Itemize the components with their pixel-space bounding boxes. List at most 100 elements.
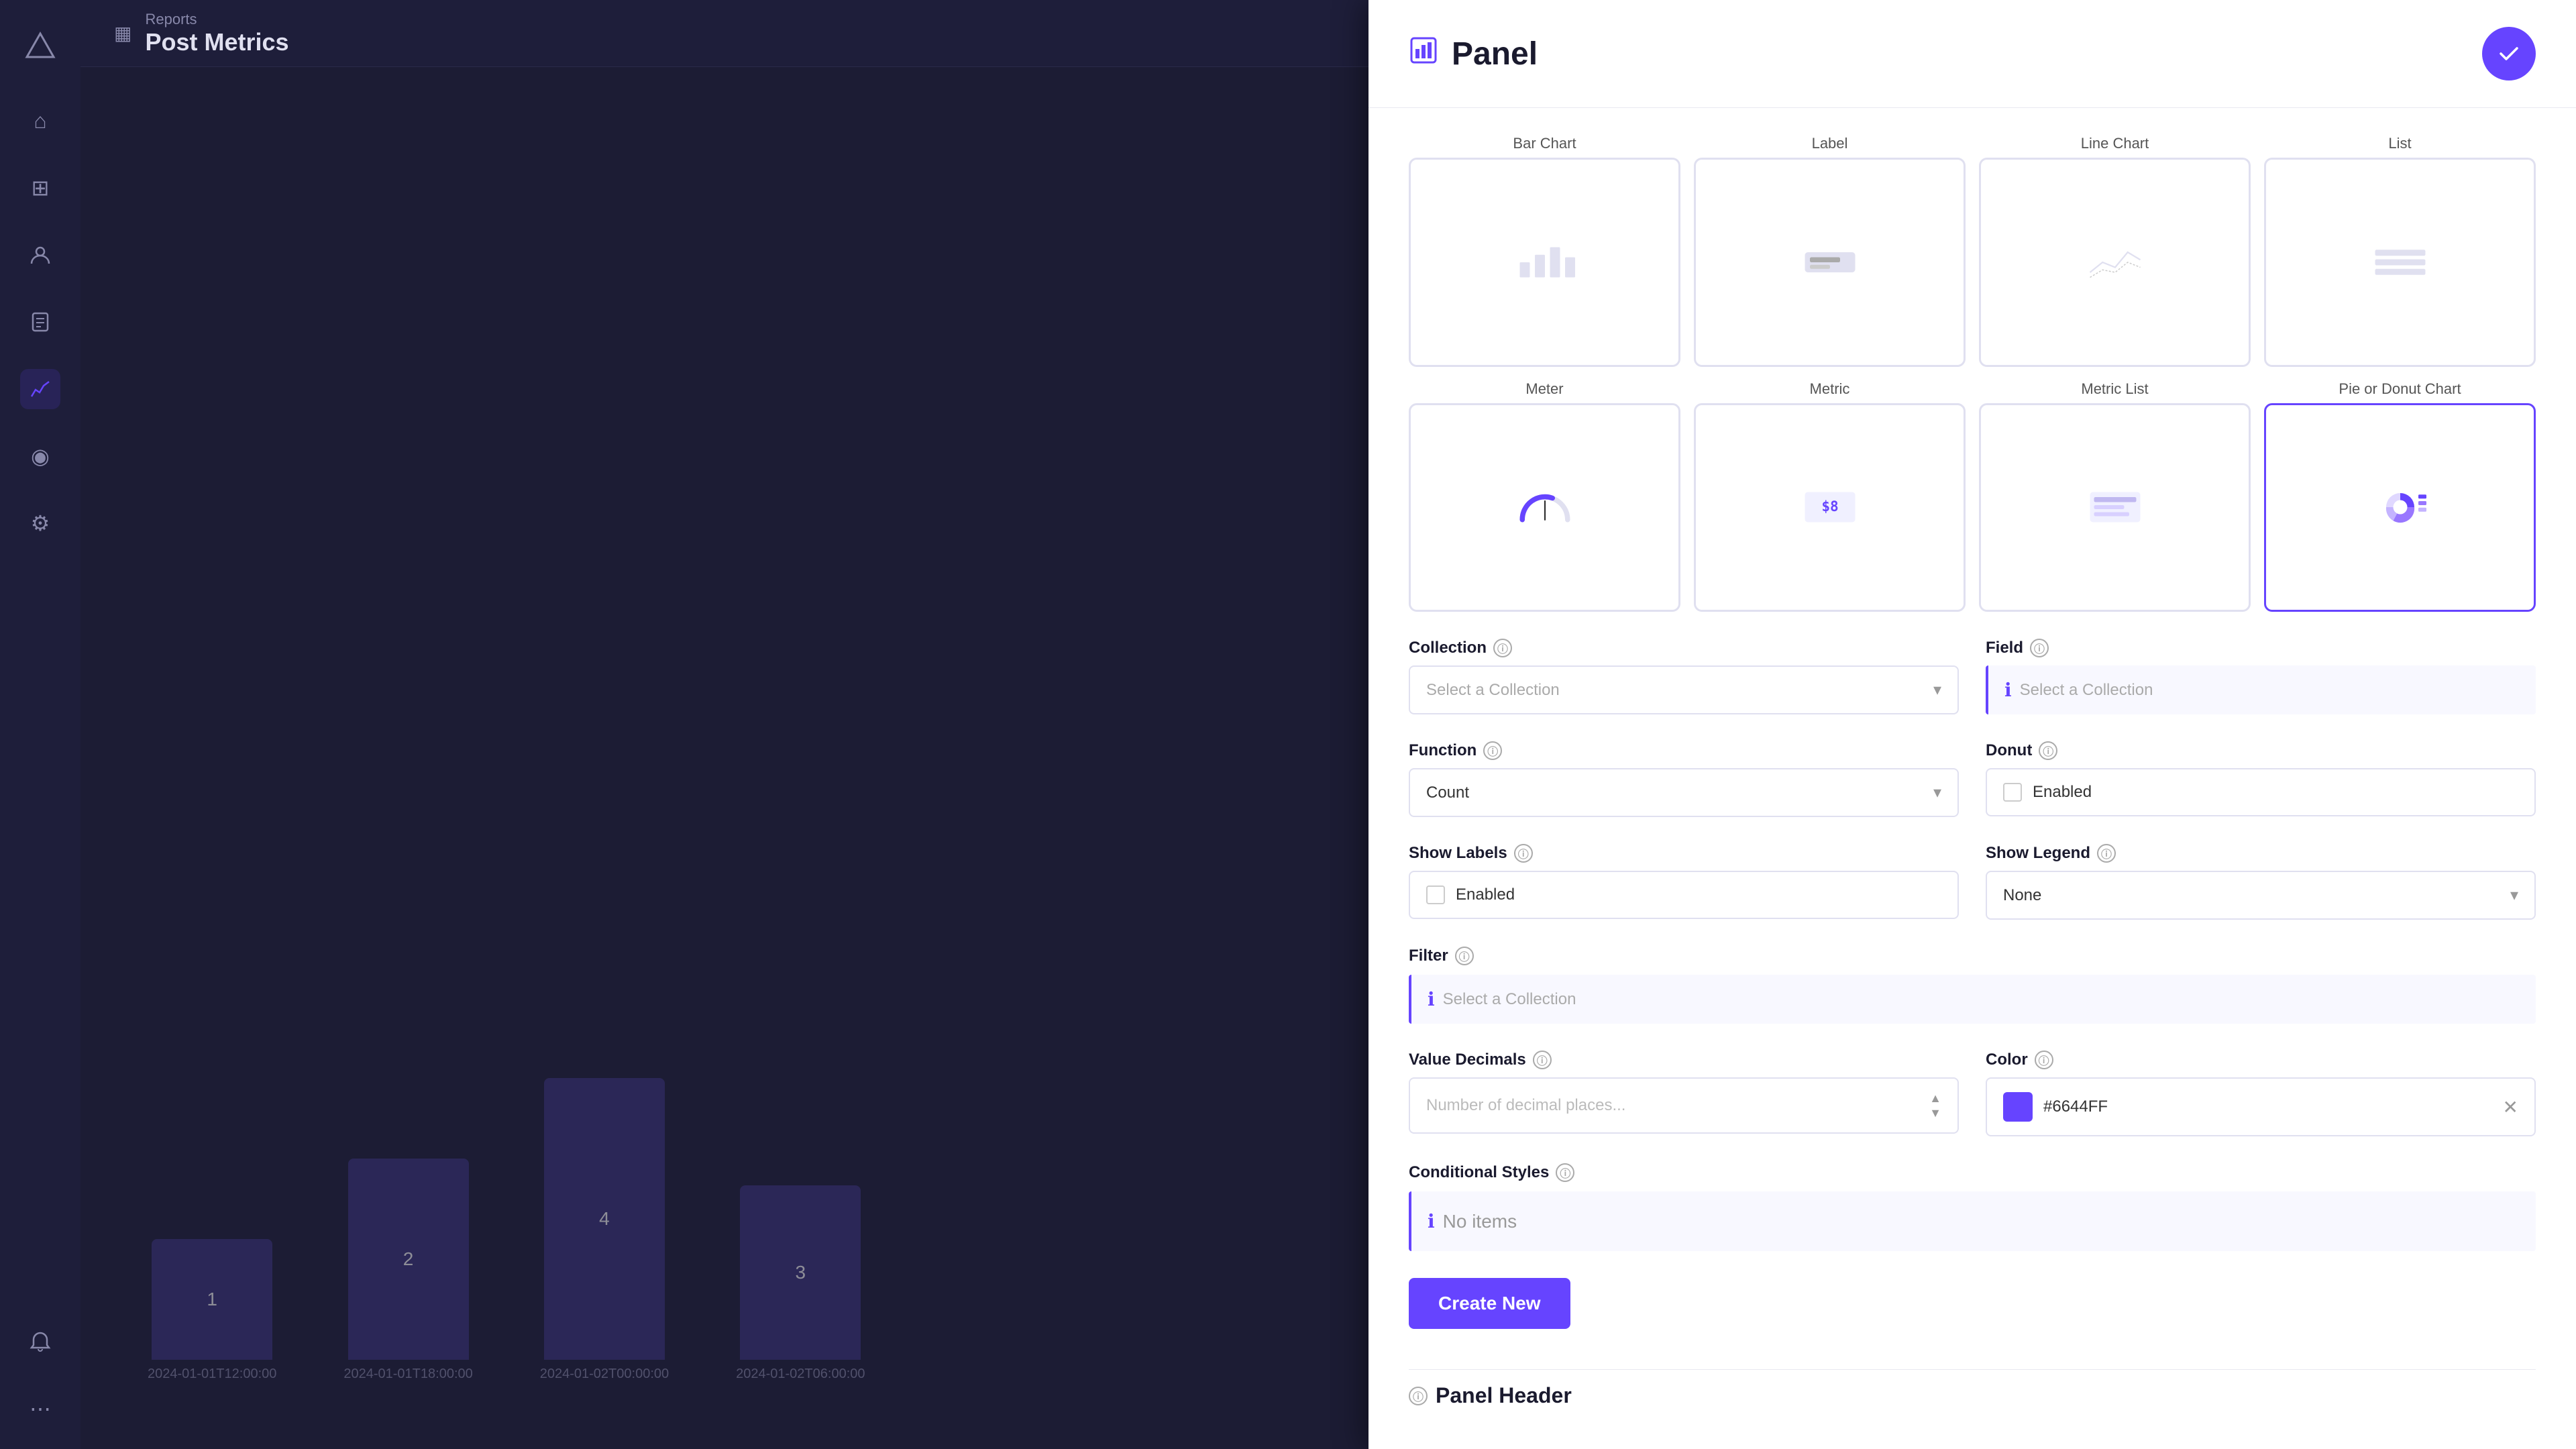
collection-label: Collection ⓘ — [1409, 639, 1959, 657]
filter-field[interactable]: ℹ Select a Collection — [1409, 975, 2536, 1024]
title-area: Reports Post Metrics — [145, 11, 288, 56]
chart-type-pie-donut[interactable] — [2264, 403, 2536, 612]
chart-type-label-label: Label — [1694, 135, 1966, 152]
chart-type-label-bar: Bar Chart — [1409, 135, 1680, 152]
show-labels-checkbox-row[interactable]: Enabled — [1409, 871, 1959, 919]
panel-icon — [1409, 36, 1438, 72]
sidebar-item-more[interactable]: ⋯ — [20, 1389, 60, 1429]
show-labels-group: Show Labels ⓘ Enabled — [1409, 844, 1959, 920]
value-decimals-label: Value Decimals ⓘ — [1409, 1051, 1959, 1069]
color-clear-button[interactable]: ✕ — [2503, 1096, 2518, 1118]
chart-type-label[interactable] — [1694, 158, 1966, 367]
stepper-down[interactable]: ▼ — [1929, 1107, 1941, 1119]
sidebar-item-home[interactable]: ⌂ — [20, 101, 60, 141]
decimal-stepper[interactable]: ▲ ▼ — [1929, 1092, 1941, 1119]
decimals-color-row: Value Decimals ⓘ Number of decimal place… — [1409, 1051, 2536, 1136]
labels-legend-row: Show Labels ⓘ Enabled Show Legend ⓘ None… — [1409, 844, 2536, 920]
filter-info-icon: ⓘ — [1455, 947, 1474, 965]
field-select[interactable]: ℹ Select a Collection — [1986, 665, 2536, 714]
show-legend-value: None — [2003, 886, 2041, 905]
panel-overlay: Panel Bar Chart Label Line Chart List — [1368, 0, 2576, 1449]
function-select[interactable]: Count ▾ — [1409, 768, 1959, 817]
donut-label: Donut ⓘ — [1986, 741, 2536, 760]
page-title: Post Metrics — [145, 28, 288, 56]
collection-placeholder: Select a Collection — [1426, 681, 1560, 700]
chart-type-line[interactable] — [1979, 158, 2251, 367]
filter-inner-info-icon: ℹ — [1428, 988, 1435, 1010]
conditional-styles-section: Conditional Styles ⓘ ℹ No items — [1409, 1163, 2536, 1251]
donut-group: Donut ⓘ Enabled — [1986, 741, 2536, 817]
panel-header-section: ⓘ Panel Header — [1409, 1383, 2536, 1408]
sidebar-item-users[interactable] — [20, 235, 60, 275]
color-swatch[interactable] — [2003, 1092, 2033, 1122]
collection-select[interactable]: Select a Collection ▾ — [1409, 665, 1959, 714]
filter-label: Filter ⓘ — [1409, 947, 2536, 965]
chart-type-label-pie: Pie or Donut Chart — [2264, 380, 2536, 398]
donut-checkbox-row[interactable]: Enabled — [1986, 768, 2536, 816]
no-items-row: ℹ No items — [1409, 1191, 2536, 1251]
sidebar-item-files[interactable] — [20, 302, 60, 342]
confirm-button[interactable] — [2482, 27, 2536, 80]
field-inner-info-icon: ℹ — [2004, 679, 2012, 701]
app-logo — [13, 20, 67, 74]
conditional-styles-info-icon: ⓘ — [1556, 1163, 1574, 1182]
filter-section: Filter ⓘ ℹ Select a Collection — [1409, 947, 2536, 1024]
no-items-label: No items — [1443, 1211, 1517, 1232]
chart-type-label-line: Line Chart — [1979, 135, 2251, 152]
conditional-styles-label: Conditional Styles ⓘ — [1409, 1163, 2536, 1182]
sidebar-item-circle[interactable]: ◉ — [20, 436, 60, 476]
color-value: #6644FF — [2043, 1097, 2108, 1116]
panel-body: Bar Chart Label Line Chart List — [1368, 108, 2576, 1449]
show-labels-checkbox[interactable] — [1426, 885, 1445, 904]
chart-type-label-meter: Meter — [1409, 380, 1680, 398]
bar-label-1: 2024-01-01T12:00:00 — [148, 1366, 276, 1382]
table-icon: ▦ — [114, 22, 131, 44]
show-labels-enabled: Enabled — [1456, 885, 1515, 904]
stepper-up[interactable]: ▲ — [1929, 1092, 1941, 1104]
sidebar-item-settings[interactable]: ⚙ — [20, 503, 60, 543]
bar-3: 4 — [544, 1078, 665, 1360]
field-placeholder: Select a Collection — [2020, 681, 2153, 700]
filter-placeholder: Select a Collection — [1443, 990, 1576, 1009]
chart-type-metric-list[interactable] — [1979, 403, 2251, 612]
bar-4: 3 — [740, 1185, 861, 1360]
create-new-button[interactable]: Create New — [1409, 1278, 1570, 1329]
panel-header-section-label: Panel Header — [1436, 1383, 1572, 1408]
bar-label-4: 2024-01-02T06:00:00 — [736, 1366, 865, 1382]
bar-label-2: 2024-01-01T18:00:00 — [343, 1366, 472, 1382]
svg-text:$8: $8 — [1821, 498, 1838, 515]
sidebar-item-dashboard[interactable]: ⊞ — [20, 168, 60, 208]
field-info-icon: ⓘ — [2030, 639, 2049, 657]
sidebar-item-notifications[interactable] — [20, 1322, 60, 1362]
show-labels-info-icon: ⓘ — [1514, 844, 1533, 863]
show-legend-group: Show Legend ⓘ None ▾ — [1986, 844, 2536, 920]
show-legend-label: Show Legend ⓘ — [1986, 844, 2536, 863]
breadcrumb: Reports — [145, 11, 288, 28]
chart-type-metric[interactable]: $8 — [1694, 403, 1966, 612]
function-donut-row: Function ⓘ Count ▾ Donut ⓘ Enabled — [1409, 741, 2536, 817]
show-legend-select[interactable]: None ▾ — [1986, 871, 2536, 920]
collection-field-row: Collection ⓘ Select a Collection ▾ Field… — [1409, 639, 2536, 714]
chart-type-label-metric: Metric — [1694, 380, 1966, 398]
sidebar-item-analytics[interactable] — [20, 369, 60, 409]
field-label: Field ⓘ — [1986, 639, 2536, 657]
panel-dialog-header: Panel — [1368, 0, 2576, 108]
divider — [1409, 1369, 2536, 1370]
panel-header-info-icon: ⓘ — [1409, 1387, 1428, 1405]
function-value: Count — [1426, 784, 1469, 802]
no-items-info-icon: ℹ — [1428, 1210, 1435, 1232]
function-group: Function ⓘ Count ▾ — [1409, 741, 1959, 817]
chart-type-meter[interactable] — [1409, 403, 1680, 612]
chart-type-list[interactable] — [2264, 158, 2536, 367]
collection-group: Collection ⓘ Select a Collection ▾ — [1409, 639, 1959, 714]
donut-enabled-label: Enabled — [2033, 783, 2092, 802]
chart-type-label-metric-list: Metric List — [1979, 380, 2251, 398]
donut-checkbox[interactable] — [2003, 783, 2022, 802]
color-input[interactable]: #6644FF ✕ — [1986, 1077, 2536, 1136]
chart-type-bar[interactable] — [1409, 158, 1680, 367]
value-decimals-placeholder: Number of decimal places... — [1426, 1096, 1929, 1115]
color-label: Color ⓘ — [1986, 1051, 2536, 1069]
chevron-down-icon: ▾ — [1933, 680, 1941, 700]
function-info-icon: ⓘ — [1483, 741, 1502, 760]
value-decimals-input[interactable]: Number of decimal places... ▲ ▼ — [1409, 1077, 1959, 1134]
